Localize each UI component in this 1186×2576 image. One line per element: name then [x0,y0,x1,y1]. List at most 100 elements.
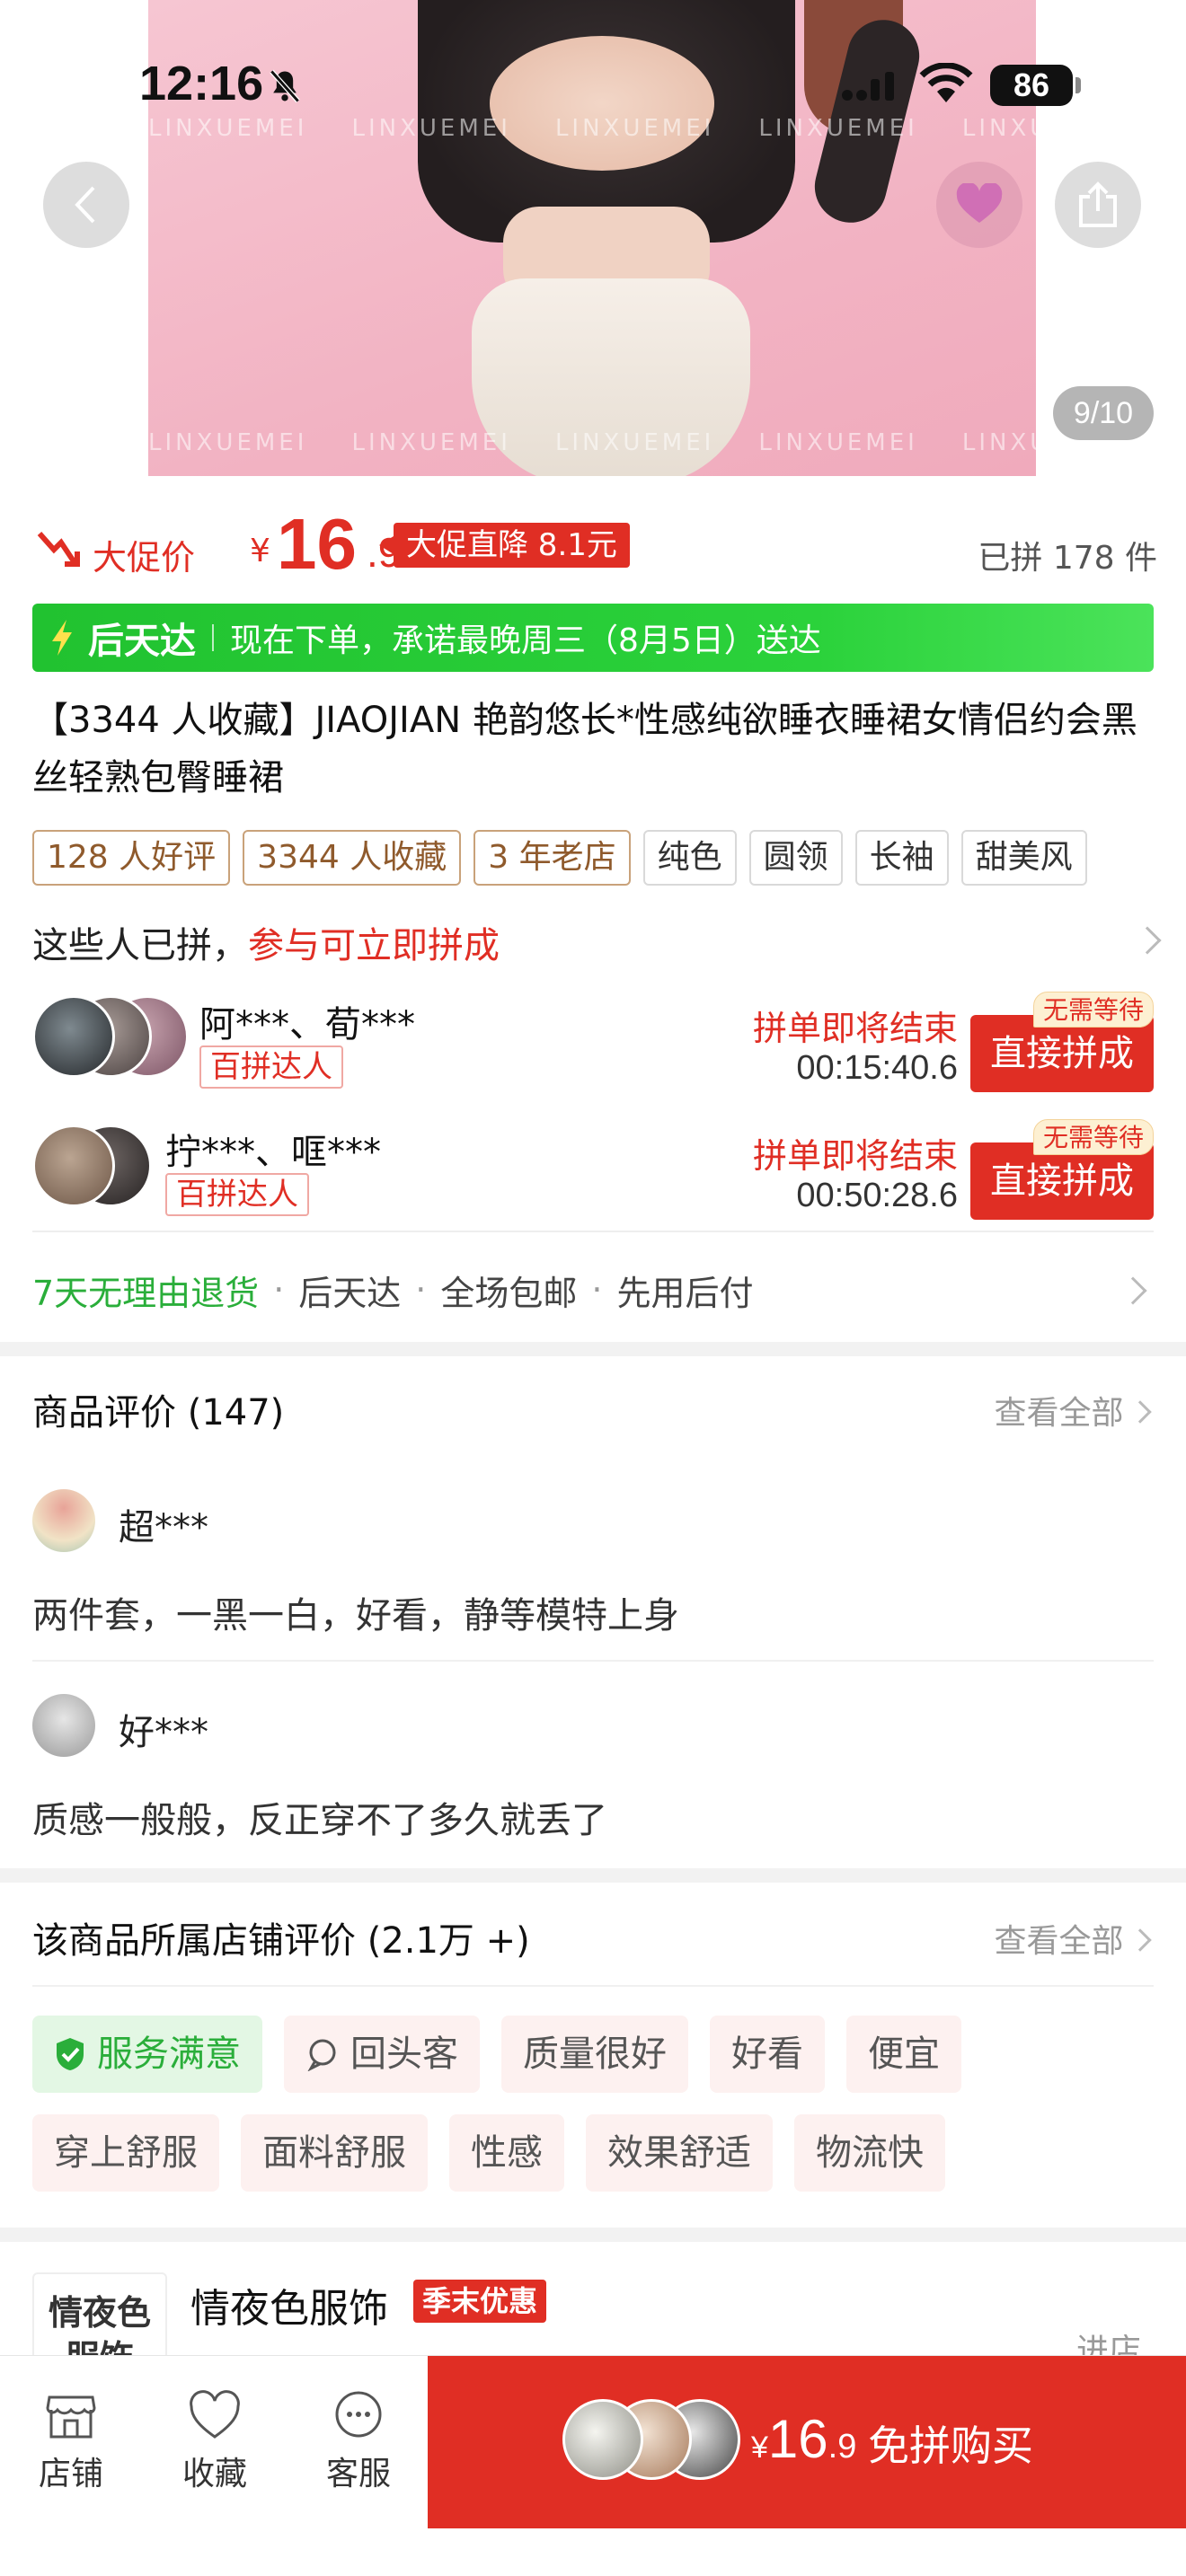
section-divider [0,1868,1186,1883]
promo-price-label: 大促价 [93,538,196,578]
chip-review-tag[interactable]: 性感 [449,2114,564,2192]
nav-label: 客服 [325,2456,391,2492]
status-time: 12:16 [139,57,264,110]
avatar [32,1125,115,1207]
shield-check-icon [57,2038,84,2070]
chevron-right-icon [1119,1276,1147,1305]
delivery-banner[interactable]: 后天达 现在下单，承诺最晚周三（8月5日）送达 [32,604,1154,672]
group-member-names: 拧***、哐*** [165,1132,381,1173]
tag-attribute: 圆领 [748,830,843,886]
reviewer-name: 好*** [119,1712,208,1753]
group-ending-label: 拼单即将结束 [752,1136,958,1176]
delivery-brand: 后天达 [88,621,196,662]
lightning-icon [52,620,72,656]
group-buy-heading: 这些人已拼， [32,925,248,966]
shop-card[interactable]: 情夜色服饰 情夜色服饰 季末优惠 进店 [0,2244,1186,2407]
separator-dot: · [591,1270,603,1310]
price-down-arrow-icon [37,532,80,567]
store-reviews-see-all-link[interactable]: 查看全部 [995,1915,1152,1962]
price-row: 大促价 ¥ 16 .9 大促直降 8.1元 已拼 178 件 [34,503,1157,584]
buy-price-currency: ¥ [751,2430,768,2465]
nav-favorite-button[interactable]: 收藏 [156,2390,273,2494]
no-wait-badge: 无需等待 [1032,1119,1154,1155]
nav-store-button[interactable]: 店铺 [13,2390,129,2494]
nav-service-button[interactable]: 客服 [300,2390,417,2494]
chevron-right-icon [1128,1928,1152,1952]
store-icon [46,2395,96,2439]
separator-dot: · [415,1270,427,1310]
divider [32,1660,1154,1662]
tag-attribute: 纯色 [642,830,737,886]
chip-review-tag[interactable]: 物流快 [794,2114,945,2192]
group-buy-row: 拧***、哐*** 百拼达人 拼单即将结束 00:50:28.6 直接拼成 无需… [32,1119,1154,1222]
bottom-action-bar: 店铺 收藏 客服 ¥16.9 免拼购买 [0,2355,1186,2576]
avatar [32,995,115,1078]
chip-review-tag[interactable]: 面料舒服 [241,2114,428,2192]
buy-price-decimal: .9 [828,2428,857,2466]
group-buy-header[interactable]: 这些人已拼，参与可立即拼成 [32,916,1164,968]
review-text: 两件套，一黑一白，好看，静等模特上身 [32,1595,679,1636]
chip-returning-customer[interactable]: 回头客 [284,2016,480,2093]
chip-service-satisfied[interactable]: 服务满意 [32,2016,262,2093]
signal-icon [842,72,894,101]
guarantee-item: 后天达 [298,1273,402,1313]
heart-icon [956,183,1003,223]
watermark: LINXUEMEI LINXUEMEI LINXUEMEI LINXUEMEI … [148,115,1036,142]
share-button[interactable] [1055,162,1141,248]
store-reviews-title: 该商品所属店铺评价 (2.1万 +) [32,1920,530,1962]
share-icon [1079,181,1117,227]
chip-review-tag[interactable]: 穿上舒服 [32,2114,219,2192]
delivery-text: 现在下单，承诺最晚周三（8月5日）送达 [230,622,821,659]
section-divider [0,2228,1186,2242]
reviews-see-all-link[interactable]: 查看全部 [995,1387,1152,1434]
favorite-button[interactable] [936,162,1022,248]
guarantee-item: 先用后付 [616,1273,754,1313]
service-guarantees[interactable]: 7天无理由退货 · 后天达 · 全场包邮 · 先用后付 [32,1231,1154,1347]
member-badge: 百拼达人 [199,1045,343,1089]
store-review-chips: 服务满意 回头客 质量很好 好看 便宜 穿上舒服 面料舒服 性感 效果舒适 物流… [32,2016,1155,2192]
chevron-right-icon [1128,1400,1152,1424]
tag-store-age[interactable]: 3 年老店 [474,830,631,886]
price-integer: 16 [277,504,357,584]
section-divider [0,1342,1186,1356]
tag-attribute: 长袖 [854,830,949,886]
sold-count: 已拼 178 件 [978,540,1157,577]
nav-label: 收藏 [181,2456,247,2492]
battery-cap [1075,77,1081,93]
image-counter: 9/10 [1053,386,1154,440]
chevron-right-icon [1133,926,1162,955]
watermark: LINXUEMEI LINXUEMEI LINXUEMEI LINXUEMEI … [148,429,1036,456]
group-member-names: 阿***、荀*** [199,1004,415,1045]
group-countdown: 00:50:28.6 [796,1177,958,1214]
group-buy-heading-highlight: 参与可立即拼成 [248,925,500,966]
wifi-icon [919,63,973,102]
guarantee-return: 7天无理由退货 [32,1273,260,1313]
chip-review-tag[interactable]: 质量很好 [501,2016,688,2093]
divider [32,1985,1154,1987]
buy-label: 免拼购买 [868,2422,1033,2470]
guarantee-item: 全场包邮 [440,1273,578,1313]
avatar [32,1489,95,1552]
chat-icon [335,2391,382,2438]
chat-bubble-icon [307,2039,336,2071]
tag-favorites[interactable]: 3344 人收藏 [243,830,462,886]
back-button[interactable] [43,162,129,248]
heart-outline-icon [190,2390,240,2439]
tag-good-reviews[interactable]: 128 人好评 [32,830,231,886]
divider [212,624,214,651]
group-buy-row: 阿***、荀*** 百拼达人 拼单即将结束 00:15:40.6 直接拼成 无需… [32,992,1154,1094]
status-bar: 12:16 86 [0,54,1186,117]
product-gallery[interactable]: LINXUEMEI LINXUEMEI LINXUEMEI LINXUEMEI … [0,0,1186,476]
reviews-title: 商品评价 (147) [32,1392,285,1434]
separator-dot: · [273,1270,285,1310]
battery-indicator: 86 [990,65,1073,106]
nav-label: 店铺 [38,2456,103,2492]
buy-without-group-button[interactable]: ¥16.9 免拼购买 [428,2356,1186,2528]
buy-price: ¥16.9 [751,2408,856,2470]
reviewer-name: 超*** [119,1507,208,1548]
shop-promo-tag: 季末优惠 [413,2280,547,2323]
chip-review-tag[interactable]: 好看 [710,2016,825,2093]
chip-review-tag[interactable]: 便宜 [846,2016,961,2093]
member-badge: 百拼达人 [165,1173,309,1216]
chip-review-tag[interactable]: 效果舒适 [586,2114,773,2192]
